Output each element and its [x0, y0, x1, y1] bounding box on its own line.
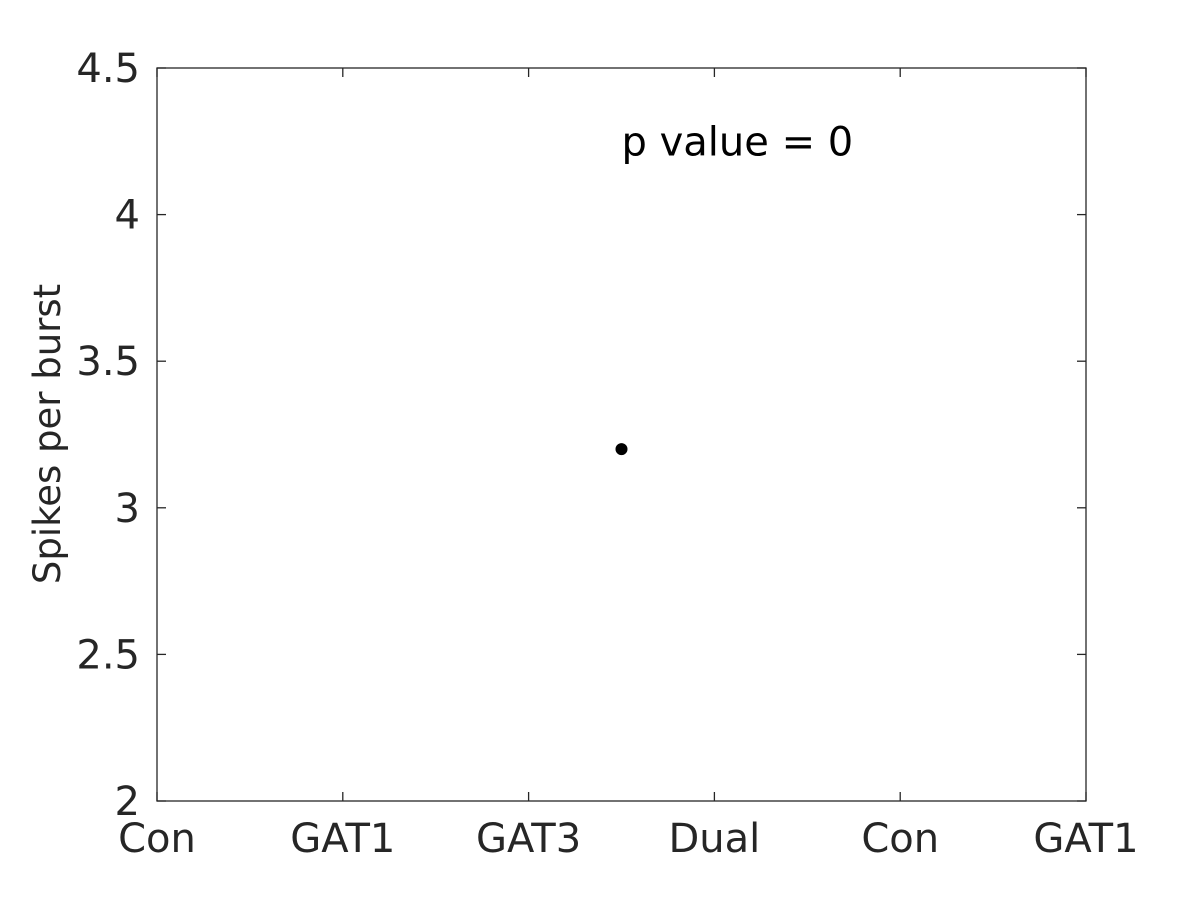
chart: Con GAT1 GAT3 Dual Con GAT1 22.533.544.5 p va… — [26, 46, 1139, 862]
plot-box — [156, 67, 1087, 802]
y-axis-label: Spikes per burst — [26, 284, 69, 584]
x-tick-labels: Con GAT1 GAT3 Dual Con GAT1 — [118, 816, 1138, 862]
y-tick-label: 4 — [115, 193, 140, 239]
x-tick-label: GAT1 — [1033, 816, 1138, 862]
y-tick-label: 4.5 — [76, 46, 140, 92]
y-tick-label: 3 — [115, 486, 140, 532]
y-tick-labels: 2 2.5 3 3.5 4 4.5 — [76, 46, 140, 825]
p-value-annotation: p value = 0 — [622, 119, 854, 165]
y-tick-label: 3.5 — [76, 339, 140, 385]
annotations: p value = 0 — [622, 119, 854, 165]
x-tick-label: Dual — [669, 816, 761, 862]
data-points — [615, 443, 628, 456]
y-tick-label: 2.5 — [76, 632, 140, 678]
axes — [156, 67, 1087, 802]
x-tick-label: GAT3 — [476, 816, 581, 862]
data-point — [615, 443, 628, 456]
ticks — [156, 67, 1087, 802]
x-tick-label: GAT1 — [290, 816, 395, 862]
y-tick-label: 2 — [115, 779, 140, 825]
x-tick-label: Con — [861, 816, 939, 862]
